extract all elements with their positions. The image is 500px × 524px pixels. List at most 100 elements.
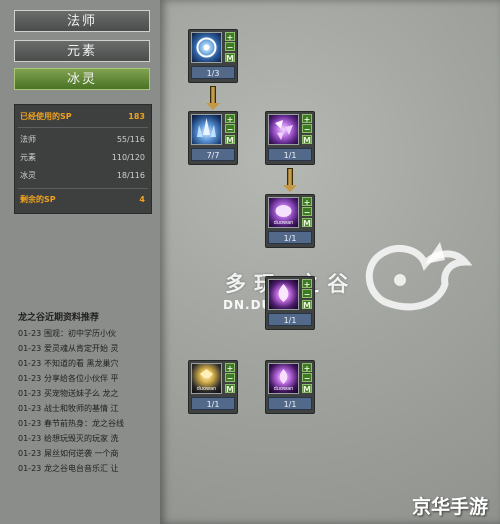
sp-remaining-label: 剩余的SP xyxy=(20,195,56,204)
skill-minus-button[interactable]: − xyxy=(225,42,235,52)
skill-minus-button[interactable]: − xyxy=(302,207,312,217)
skill-master-button[interactable]: M xyxy=(225,53,235,63)
skill-slot[interactable]: duowan + − M 1/1 xyxy=(265,194,315,248)
news-date: 01-23 xyxy=(18,374,42,383)
skill-slot[interactable]: duowan + − M 1/1 xyxy=(265,360,315,414)
news-date: 01-23 xyxy=(18,359,42,368)
sp-summary-panel: 已经使用的SP 183 法师 55/116 元素 110/120 冰灵 18/1… xyxy=(14,104,152,214)
news-item[interactable]: 01-23 不知道的看 黑龙巢穴 xyxy=(18,356,158,371)
news-date: 01-23 xyxy=(18,344,42,353)
sp-used-value: 183 xyxy=(128,112,145,121)
skill-master-button[interactable]: M xyxy=(302,300,312,310)
news-item[interactable]: 01-23 战士和牧师的基情 江 xyxy=(18,401,158,416)
news-link[interactable]: 给想玩毁灭的玩家 洗 xyxy=(44,434,119,443)
sp-row-label: 法师 xyxy=(20,135,36,144)
skill-master-button[interactable]: M xyxy=(225,135,235,145)
news-link[interactable]: 围观：初中学历小伙 xyxy=(44,329,116,338)
sp-row-value: 110/120 xyxy=(111,153,145,162)
sp-used-row: 已经使用的SP 183 xyxy=(20,110,145,124)
news-date: 01-23 xyxy=(18,464,42,473)
svg-text:duowan: duowan xyxy=(274,386,294,392)
news-link[interactable]: 春节前热身：龙之谷线 xyxy=(44,419,124,428)
divider xyxy=(18,188,148,189)
dependency-arrow xyxy=(283,168,297,192)
news-date: 01-23 xyxy=(18,329,42,338)
news-item[interactable]: 01-23 分享给各位小伙伴 平 xyxy=(18,371,158,386)
news-item[interactable]: 01-23 围观：初中学历小伙 xyxy=(18,326,158,341)
sp-remaining-row: 剩余的SP 4 xyxy=(20,193,145,207)
news-item[interactable]: 01-23 龙之谷电台音乐汇 让 xyxy=(18,461,158,476)
news-title: 龙之谷近期资料推荐 xyxy=(18,313,100,323)
category-tab-ice-spirit[interactable]: 冰灵 xyxy=(14,68,150,90)
left-panel: 法师 元素 冰灵 已经使用的SP 183 法师 55/116 元素 110/12… xyxy=(0,0,160,524)
ice-orb-icon[interactable] xyxy=(191,32,222,63)
skill-level: 1/1 xyxy=(268,313,312,326)
news-item[interactable]: 01-23 春节前热身：龙之谷线 xyxy=(18,416,158,431)
sp-row-value: 55/116 xyxy=(116,135,145,144)
news-item[interactable]: 01-23 屌丝如何逆袭 一个商 xyxy=(18,446,158,461)
dragon-logo-icon xyxy=(365,242,473,311)
news-link[interactable]: 战士和牧师的基情 江 xyxy=(44,404,119,413)
skill-slot[interactable]: + − M 7/7 xyxy=(188,111,238,165)
skill-slot[interactable]: + − M 1/1 xyxy=(265,111,315,165)
news-link[interactable]: 买宠物送妹子么 龙之 xyxy=(44,389,119,398)
skill-minus-button[interactable]: − xyxy=(302,289,312,299)
yellow-sigil-icon[interactable]: duowan xyxy=(191,363,222,394)
svg-text:duowan: duowan xyxy=(197,386,217,392)
skill-level: 1/1 xyxy=(268,148,312,161)
skill-master-button[interactable]: M xyxy=(302,384,312,394)
purple-mask-icon[interactable]: duowan xyxy=(268,197,299,228)
news-date: 01-23 xyxy=(18,434,42,443)
site-watermark: 多玩 之谷 DN.DU .COM xyxy=(223,240,485,330)
divider xyxy=(18,127,148,128)
sp-row-label: 冰灵 xyxy=(20,171,36,180)
news-link[interactable]: 爱灵魂从肯定开始 灵 xyxy=(44,344,119,353)
category-tab-elemental[interactable]: 元素 xyxy=(14,40,150,62)
skill-level: 1/1 xyxy=(268,231,312,244)
news-item[interactable]: 01-23 给想玩毁灭的玩家 洗 xyxy=(18,431,158,446)
skill-slot[interactable]: + − M 1/1 xyxy=(265,276,315,330)
news-date: 01-23 xyxy=(18,449,42,458)
purple-shards-icon[interactable] xyxy=(268,114,299,145)
news-date: 01-23 xyxy=(18,404,42,413)
sp-row-value: 18/116 xyxy=(116,171,145,180)
sp-row-label: 元素 xyxy=(20,153,36,162)
skill-minus-button[interactable]: − xyxy=(225,373,235,383)
category-tab-mage[interactable]: 法师 xyxy=(14,10,150,32)
news-list: 01-23 围观：初中学历小伙 01-23 爱灵魂从肯定开始 灵 01-23 不知道的… xyxy=(18,326,158,476)
news-link[interactable]: 不知道的看 黑龙巢穴 xyxy=(44,359,119,368)
purple-flame-icon[interactable] xyxy=(268,279,299,310)
sp-row-elemental: 元素 110/120 xyxy=(20,151,145,165)
skill-level: 1/1 xyxy=(268,397,312,410)
news-date: 01-23 xyxy=(18,389,42,398)
corner-brand-watermark: 京华手游 xyxy=(412,496,489,518)
skill-plus-button[interactable]: + xyxy=(225,363,235,373)
purple-flame-icon[interactable]: duowan xyxy=(268,363,299,394)
sp-used-label: 已经使用的SP xyxy=(20,112,72,121)
skill-plus-button[interactable]: + xyxy=(302,363,312,373)
news-link[interactable]: 龙之谷电台音乐汇 让 xyxy=(44,464,119,473)
sp-row-mage: 法师 55/116 xyxy=(20,133,145,147)
sp-remaining-value: 4 xyxy=(139,195,145,204)
ice-spike-icon[interactable] xyxy=(191,114,222,145)
skill-level: 1/1 xyxy=(191,397,235,410)
skill-slot[interactable]: + − M 1/3 xyxy=(188,29,238,83)
news-link[interactable]: 屌丝如何逆袭 一个商 xyxy=(44,449,119,458)
skill-master-button[interactable]: M xyxy=(302,135,312,145)
news-item[interactable]: 01-23 买宠物送妹子么 龙之 xyxy=(18,386,158,401)
skill-master-button[interactable]: M xyxy=(302,218,312,228)
skill-minus-button[interactable]: − xyxy=(302,124,312,134)
news-date: 01-23 xyxy=(18,419,42,428)
skill-minus-button[interactable]: − xyxy=(225,124,235,134)
skill-plus-button[interactable]: + xyxy=(302,279,312,289)
sp-row-ice-spirit: 冰灵 18/116 xyxy=(20,169,145,183)
skill-minus-button[interactable]: − xyxy=(302,373,312,383)
skill-plus-button[interactable]: + xyxy=(302,114,312,124)
skill-slot[interactable]: duowan + − M 1/1 xyxy=(188,360,238,414)
skill-master-button[interactable]: M xyxy=(225,384,235,394)
skill-plus-button[interactable]: + xyxy=(225,114,235,124)
skill-plus-button[interactable]: + xyxy=(225,32,235,42)
skill-plus-button[interactable]: + xyxy=(302,197,312,207)
news-link[interactable]: 分享给各位小伙伴 平 xyxy=(44,374,119,383)
news-item[interactable]: 01-23 爱灵魂从肯定开始 灵 xyxy=(18,341,158,356)
